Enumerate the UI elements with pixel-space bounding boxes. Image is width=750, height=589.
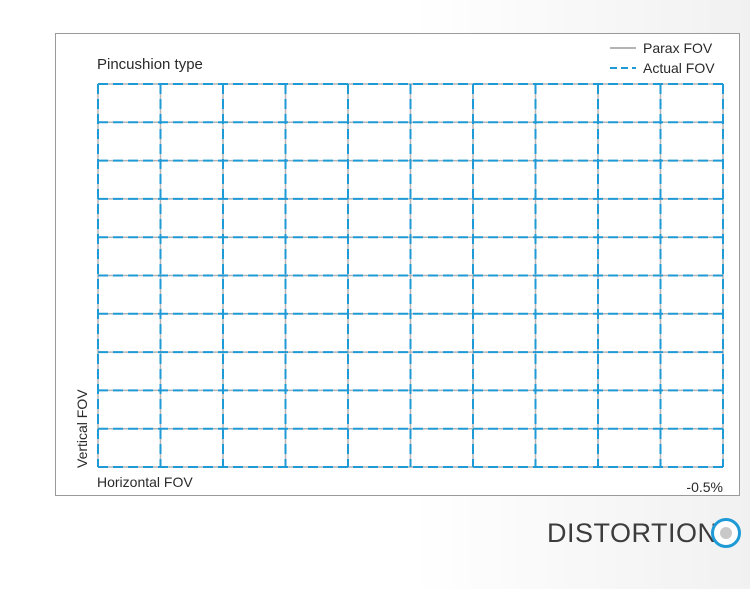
- distortion-title: DISTORTION: [547, 518, 718, 548]
- chart-title: Pincushion type: [97, 56, 203, 73]
- x-axis-label: Horizontal FOV: [97, 474, 193, 490]
- y-axis-label: Vertical FOV: [74, 389, 90, 468]
- target-circle-icon[interactable]: [711, 518, 741, 548]
- legend: Parax FOV Actual FOV: [610, 40, 715, 76]
- legend-label-parax: Parax FOV: [643, 40, 713, 56]
- distortion-value: -0.5%: [686, 479, 723, 495]
- target-circle-center: [720, 527, 732, 539]
- distortion-card: Pincushion type Parax FOV Actual FOV Hor…: [0, 0, 750, 589]
- distortion-chart: Pincushion type Parax FOV Actual FOV Hor…: [74, 40, 724, 495]
- legend-label-actual: Actual FOV: [643, 60, 715, 76]
